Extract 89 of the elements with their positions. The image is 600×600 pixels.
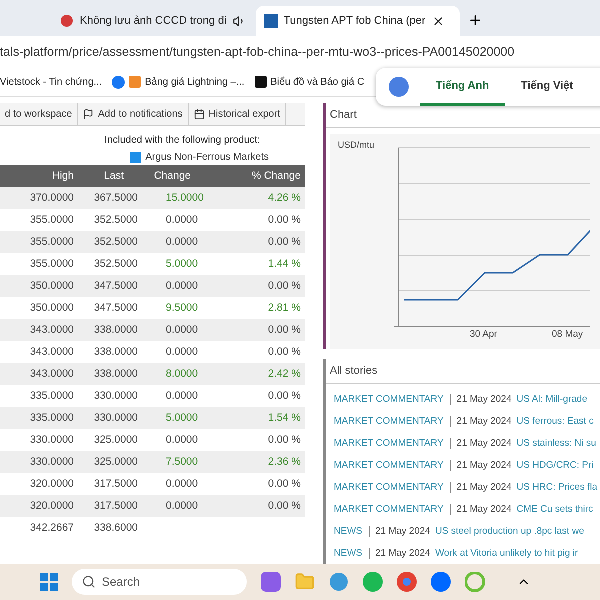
story-type-link[interactable]: NEWS xyxy=(334,548,362,558)
table-cell: 4.26 % xyxy=(213,187,305,209)
story-type-link[interactable]: MARKET COMMENTARY xyxy=(334,504,444,514)
story-date: 21 May 2024 xyxy=(450,460,512,470)
app-icon[interactable] xyxy=(465,572,485,592)
table-cell: 15.0000 xyxy=(138,187,213,209)
table-cell: 343.0000 xyxy=(0,319,80,341)
language-tab[interactable]: Tiếng Anh xyxy=(420,68,506,106)
table-cell: 355.0000 xyxy=(0,231,80,253)
table-cell: 343.0000 xyxy=(0,363,80,385)
bookmark-link[interactable]: Vietstock - Tin chứng... xyxy=(0,76,102,88)
table-cell: 330.0000 xyxy=(0,451,80,473)
story-headline-link[interactable]: US stainless: Ni su xyxy=(516,438,596,448)
section-title: All stories xyxy=(326,359,600,384)
bookmark-link[interactable]: Biểu đồ và Báo giá C xyxy=(270,76,365,88)
toolbar-button[interactable]: Add to notifications xyxy=(78,103,189,125)
table-cell: 7.5000 xyxy=(138,451,213,473)
column-header: Last xyxy=(80,165,138,187)
bookmark-icon xyxy=(254,76,267,88)
story-headline-link[interactable]: CME Cu sets thirc xyxy=(516,504,594,514)
story-date: 21 May 2024 xyxy=(450,394,512,404)
speaker-icon xyxy=(232,14,246,28)
app-icon[interactable] xyxy=(261,572,281,592)
table-cell: 335.0000 xyxy=(0,407,80,429)
table-cell: 330.0000 xyxy=(80,407,138,429)
browser-tab[interactable]: Không lưu ảnh CCCD trong đi xyxy=(52,6,254,36)
table-cell: 2.36 % xyxy=(213,451,305,473)
axis-unit: USD/mtu xyxy=(338,140,375,150)
table-cell: 0.0000 xyxy=(138,275,213,297)
table-cell: 325.0000 xyxy=(80,451,138,473)
toolbar-button[interactable]: Historical export xyxy=(188,103,286,125)
table-cell: 317.5000 xyxy=(80,495,138,517)
table-cell: 0.0000 xyxy=(138,231,213,253)
column-header: High xyxy=(0,165,80,187)
bookmark-link[interactable]: Bảng giá Lightning –... xyxy=(145,76,245,88)
story-date: 21 May 2024 xyxy=(368,526,430,536)
table-cell: 338.0000 xyxy=(80,363,138,385)
story-type-link[interactable]: MARKET COMMENTARY xyxy=(334,394,444,404)
table-cell: 352.5000 xyxy=(80,231,138,253)
story-date: 21 May 2024 xyxy=(450,482,512,492)
language-tab[interactable]: Tiếng Việt xyxy=(505,68,590,106)
product-name: Argus Non-Ferrous Markets xyxy=(146,152,269,163)
table-cell: 0.0000 xyxy=(138,495,213,517)
story-type-link[interactable]: MARKET COMMENTARY xyxy=(334,482,444,492)
story-headline-link[interactable]: US HDG/CRC: Pri xyxy=(516,460,594,470)
story-date: 21 May 2024 xyxy=(450,438,512,448)
story-headline-link[interactable]: US Al: Mill-grade xyxy=(516,394,588,404)
new-tab-icon[interactable] xyxy=(468,13,483,28)
table-cell: 0.00 % xyxy=(213,319,305,341)
story-type-link[interactable]: MARKET COMMENTARY xyxy=(334,438,444,448)
story-date: 21 May 2024 xyxy=(450,416,512,426)
story-headline-link[interactable]: Work at Vitoria unlikely to hit pig ir xyxy=(435,548,578,558)
story-date: 21 May 2024 xyxy=(450,504,512,514)
story-headline-link[interactable]: US steel production up .8pc last we xyxy=(435,526,584,536)
table-cell: 338.0000 xyxy=(80,319,138,341)
axis-label: 30 Apr xyxy=(470,329,498,340)
table-cell: 0.00 % xyxy=(213,495,305,517)
story-type-link[interactable]: MARKET COMMENTARY xyxy=(334,416,444,426)
column-header: Change xyxy=(138,165,213,187)
address-url[interactable]: tals-platform/price/assessment/tungsten-apt-fob-china--per-mtu-wo3--prices-PA00145020000 xyxy=(0,45,515,59)
search-icon xyxy=(82,575,96,589)
browser-tab[interactable]: Tungsten APT fob China (per xyxy=(256,6,460,36)
calendar-icon xyxy=(194,108,205,120)
close-icon[interactable] xyxy=(432,14,445,28)
story-headline-link[interactable]: US ferrous: East c xyxy=(516,416,594,426)
table-cell: 5.0000 xyxy=(138,407,213,429)
story-type-link[interactable]: NEWS xyxy=(334,526,362,536)
story-date: 21 May 2024 xyxy=(368,548,430,558)
table-cell: 2.42 % xyxy=(213,363,305,385)
windows-start-icon[interactable] xyxy=(40,573,58,591)
story-type-link[interactable]: MARKET COMMENTARY xyxy=(334,460,444,470)
product-caption: Included with the following product: xyxy=(104,135,262,146)
table-cell: 367.5000 xyxy=(80,187,138,209)
axis-label: 08 May xyxy=(552,329,584,340)
bookmark-icon xyxy=(129,76,142,88)
flag-icon xyxy=(83,108,94,120)
table-cell: 8.0000 xyxy=(138,363,213,385)
table-cell: 0.00 % xyxy=(213,231,305,253)
taskbar-search-field[interactable]: Search xyxy=(72,569,247,595)
table-cell: 347.5000 xyxy=(80,275,138,297)
table-cell: 0.0000 xyxy=(138,319,213,341)
table-cell: 320.0000 xyxy=(0,495,80,517)
table-cell: 0.00 % xyxy=(213,275,305,297)
table-cell: 1.54 % xyxy=(213,407,305,429)
toolbar-button[interactable]: d to workspace xyxy=(0,103,78,125)
story-headline-link[interactable]: US HRC: Prices fla xyxy=(516,482,598,492)
column-header: % Change xyxy=(213,165,305,187)
table-cell: 350.0000 xyxy=(0,275,80,297)
table-cell: 370.0000 xyxy=(0,187,80,209)
